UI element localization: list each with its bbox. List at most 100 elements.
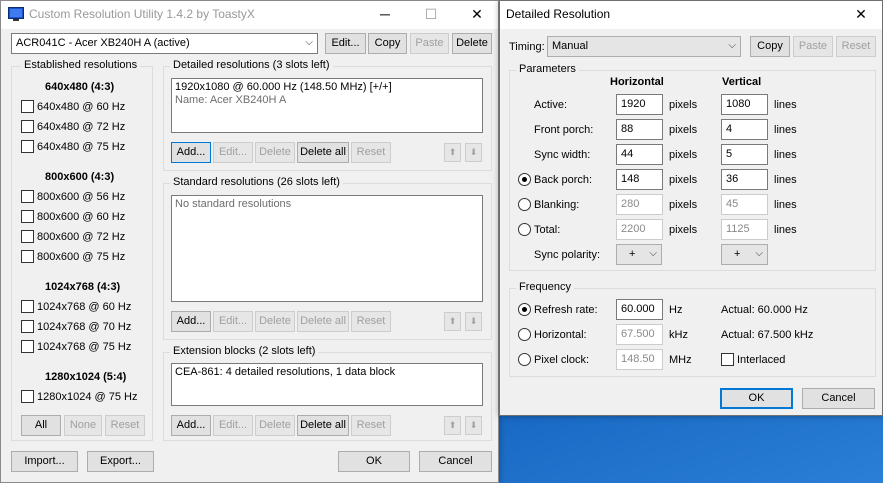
none-button[interactable]: None [64, 415, 102, 436]
established-resolution-checkbox[interactable] [21, 210, 34, 223]
timing-select[interactable]: Manual ⌵ [547, 36, 741, 57]
main-ok-button[interactable]: OK [338, 451, 410, 472]
reset-established-button[interactable]: Reset [105, 415, 145, 436]
dialog-reset-button[interactable]: Reset [836, 36, 876, 57]
horizontal-value-input[interactable]: 280 [616, 194, 663, 215]
detailed-resolution-item[interactable]: 1920x1080 @ 60.000 Hz (148.50 MHz) [+/+] [175, 81, 479, 94]
all-button[interactable]: All [21, 415, 61, 436]
extension-blocks-list[interactable]: CEA-861: 4 detailed resolutions, 1 data … [171, 363, 483, 406]
established-resolution-label[interactable]: 1280x1024 @ 75 Hz [37, 391, 137, 403]
vertical-value-input[interactable]: 4 [721, 119, 768, 140]
extension-move-up-icon[interactable]: ⬆ [444, 416, 461, 435]
standard-add-button[interactable]: Add... [171, 311, 211, 332]
established-resolution-checkbox[interactable] [21, 140, 34, 153]
vertical-value-input[interactable]: 1080 [721, 94, 768, 115]
export-button[interactable]: Export... [87, 451, 154, 472]
detailed-delete-all-button[interactable]: Delete all [297, 142, 349, 163]
pixel-clock-radio[interactable] [518, 353, 531, 366]
established-resolution-checkbox[interactable] [21, 100, 34, 113]
horizontal-value-input[interactable]: 2200 [616, 219, 663, 240]
horizontal-value-input[interactable]: 148 [616, 169, 663, 190]
extension-add-button[interactable]: Add... [171, 415, 211, 436]
standard-delete-all-button[interactable]: Delete all [297, 311, 349, 332]
param-row-radio[interactable] [518, 198, 531, 211]
detailed-resolutions-list[interactable]: 1920x1080 @ 60.000 Hz (148.50 MHz) [+/+]… [171, 78, 483, 133]
detailed-move-up-icon[interactable]: ⬆ [444, 143, 461, 162]
established-resolution-label[interactable]: 1024x768 @ 75 Hz [37, 341, 131, 353]
established-resolution-label[interactable]: 800x600 @ 72 Hz [37, 231, 125, 243]
import-button[interactable]: Import... [11, 451, 78, 472]
extension-delete-button[interactable]: Delete [255, 415, 295, 436]
established-resolution-checkbox[interactable] [21, 250, 34, 263]
dialog-titlebar[interactable]: Detailed Resolution ✕ [500, 1, 882, 29]
extension-reset-button[interactable]: Reset [351, 415, 391, 436]
vertical-value-input[interactable]: 1125 [721, 219, 768, 240]
standard-delete-button[interactable]: Delete [255, 311, 295, 332]
pixel-clock-input[interactable]: 148.50 [616, 349, 663, 370]
extension-edit-button[interactable]: Edit... [213, 415, 253, 436]
interlaced-label[interactable]: Interlaced [737, 354, 785, 366]
refresh-rate-radio[interactable] [518, 303, 531, 316]
established-resolution-label[interactable]: 640x480 @ 60 Hz [37, 101, 125, 113]
standard-reset-button[interactable]: Reset [351, 311, 391, 332]
refresh-rate-input[interactable]: 60.000 [616, 299, 663, 320]
extension-move-down-icon[interactable]: ⬇ [465, 416, 482, 435]
established-resolution-checkbox[interactable] [21, 340, 34, 353]
standard-move-up-icon[interactable]: ⬆ [444, 312, 461, 331]
established-resolution-checkbox[interactable] [21, 230, 34, 243]
extension-block-item[interactable]: CEA-861: 4 detailed resolutions, 1 data … [175, 366, 479, 379]
detailed-edit-button[interactable]: Edit... [213, 142, 253, 163]
copy-monitor-button[interactable]: Copy [368, 33, 407, 54]
horizontal-freq-radio[interactable] [518, 328, 531, 341]
interlaced-checkbox[interactable] [721, 353, 734, 366]
monitor-select[interactable]: ACR041C - Acer XB240H A (active) ⌵ [11, 33, 318, 54]
edit-monitor-button[interactable]: Edit... [325, 33, 366, 54]
dialog-cancel-button[interactable]: Cancel [802, 388, 875, 409]
vertical-value-input[interactable]: 36 [721, 169, 768, 190]
established-resolution-checkbox[interactable] [21, 390, 34, 403]
horizontal-freq-input[interactable]: 67.500 [616, 324, 663, 345]
main-titlebar[interactable]: Custom Resolution Utility 1.4.2 by Toast… [1, 1, 498, 29]
h-sync-polarity-select[interactable]: + ⌵ [616, 244, 662, 265]
dialog-close-button[interactable]: ✕ [838, 1, 883, 29]
delete-monitor-button[interactable]: Delete [452, 33, 492, 54]
v-sync-polarity-select[interactable]: + ⌵ [721, 244, 768, 265]
horizontal-value-input[interactable]: 44 [616, 144, 663, 165]
vertical-value-input[interactable]: 5 [721, 144, 768, 165]
param-row-radio[interactable] [518, 223, 531, 236]
minimize-button[interactable]: ─ [362, 1, 408, 29]
detailed-add-button[interactable]: Add... [171, 142, 211, 163]
established-resolution-label[interactable]: 800x600 @ 56 Hz [37, 191, 125, 203]
dialog-copy-button[interactable]: Copy [750, 36, 790, 57]
horizontal-freq-label[interactable]: Horizontal: [534, 329, 587, 341]
horizontal-value-input[interactable]: 1920 [616, 94, 663, 115]
detailed-delete-button[interactable]: Delete [255, 142, 295, 163]
standard-resolutions-list[interactable]: No standard resolutions [171, 195, 483, 302]
extension-delete-all-button[interactable]: Delete all [297, 415, 349, 436]
param-row-radio[interactable] [518, 173, 531, 186]
dialog-paste-button[interactable]: Paste [793, 36, 833, 57]
established-resolution-label[interactable]: 800x600 @ 75 Hz [37, 251, 125, 263]
established-resolution-label[interactable]: 800x600 @ 60 Hz [37, 211, 125, 223]
established-resolution-label[interactable]: 1024x768 @ 60 Hz [37, 301, 131, 313]
refresh-rate-label[interactable]: Refresh rate: [534, 304, 598, 316]
dialog-ok-button[interactable]: OK [720, 388, 793, 409]
standard-edit-button[interactable]: Edit... [213, 311, 253, 332]
pixel-clock-label[interactable]: Pixel clock: [534, 354, 589, 366]
paste-monitor-button[interactable]: Paste [410, 33, 449, 54]
main-cancel-button[interactable]: Cancel [419, 451, 492, 472]
established-resolution-checkbox[interactable] [21, 120, 34, 133]
standard-move-down-icon[interactable]: ⬇ [465, 312, 482, 331]
detailed-move-down-icon[interactable]: ⬇ [465, 143, 482, 162]
horizontal-value-input[interactable]: 88 [616, 119, 663, 140]
detailed-reset-button[interactable]: Reset [351, 142, 391, 163]
maximize-button[interactable]: ☐ [408, 1, 454, 29]
established-resolution-label[interactable]: 1024x768 @ 70 Hz [37, 321, 131, 333]
established-resolution-checkbox[interactable] [21, 190, 34, 203]
established-resolution-checkbox[interactable] [21, 320, 34, 333]
established-resolution-label[interactable]: 640x480 @ 72 Hz [37, 121, 125, 133]
vertical-value-input[interactable]: 45 [721, 194, 768, 215]
close-button[interactable]: ✕ [454, 1, 500, 29]
established-resolution-label[interactable]: 640x480 @ 75 Hz [37, 141, 125, 153]
established-resolution-checkbox[interactable] [21, 300, 34, 313]
